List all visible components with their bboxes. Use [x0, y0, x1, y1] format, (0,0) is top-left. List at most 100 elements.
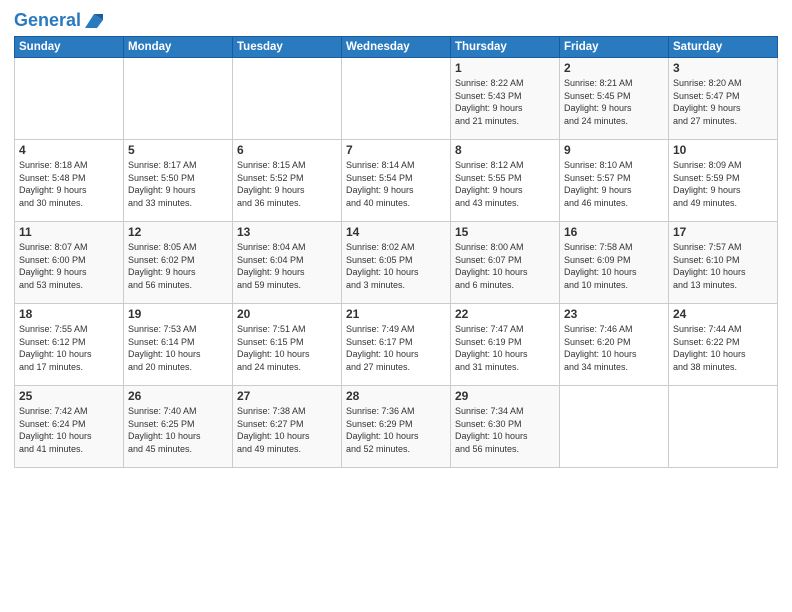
weekday-header: Sunday — [15, 37, 124, 58]
calendar-cell: 21 Sunrise: 7:49 AM Sunset: 6:17 PM Dayli… — [342, 304, 451, 386]
day-info: Sunrise: 8:00 AM Sunset: 6:07 PM Dayligh… — [455, 241, 555, 291]
day-number: 27 — [237, 389, 337, 403]
day-number: 10 — [673, 143, 773, 157]
calendar-cell: 13 Sunrise: 8:04 AM Sunset: 6:04 PM Dayli… — [233, 222, 342, 304]
calendar-cell: 15 Sunrise: 8:00 AM Sunset: 6:07 PM Dayli… — [451, 222, 560, 304]
calendar-cell: 8 Sunrise: 8:12 AM Sunset: 5:55 PM Daylig… — [451, 140, 560, 222]
calendar-week-row: 18Sunrise: 7:55 AM Sunset: 6:12 PM Dayli… — [15, 304, 778, 386]
calendar-week-row: 4 Sunrise: 8:18 AM Sunset: 5:48 PM Daylig… — [15, 140, 778, 222]
day-number: 2 — [564, 61, 664, 75]
day-info: Sunrise: 7:42 AM Sunset: 6:24 PM Dayligh… — [19, 405, 119, 455]
weekday-header: Saturday — [669, 37, 778, 58]
day-info: Sunrise: 8:17 AM Sunset: 5:50 PM Dayligh… — [128, 159, 228, 209]
day-number: 8 — [455, 143, 555, 157]
day-info: Sunrise: 7:49 AM Sunset: 6:17 PM Dayligh… — [346, 323, 446, 373]
day-info: Sunrise: 7:40 AM Sunset: 6:25 PM Dayligh… — [128, 405, 228, 455]
calendar-cell: 24Sunrise: 7:44 AM Sunset: 6:22 PM Dayli… — [669, 304, 778, 386]
day-info: Sunrise: 8:20 AM Sunset: 5:47 PM Dayligh… — [673, 77, 773, 127]
calendar-cell: 9Sunrise: 8:10 AM Sunset: 5:57 PM Daylig… — [560, 140, 669, 222]
calendar-cell — [124, 58, 233, 140]
calendar-cell: 27 Sunrise: 7:38 AM Sunset: 6:27 PM Dayli… — [233, 386, 342, 468]
day-number: 12 — [128, 225, 228, 239]
calendar-cell: 5 Sunrise: 8:17 AM Sunset: 5:50 PM Daylig… — [124, 140, 233, 222]
calendar-cell: 26Sunrise: 7:40 AM Sunset: 6:25 PM Dayli… — [124, 386, 233, 468]
day-number: 11 — [19, 225, 119, 239]
day-info: Sunrise: 8:09 AM Sunset: 5:59 PM Dayligh… — [673, 159, 773, 209]
day-info: Sunrise: 8:21 AM Sunset: 5:45 PM Dayligh… — [564, 77, 664, 127]
calendar-cell: 18Sunrise: 7:55 AM Sunset: 6:12 PM Dayli… — [15, 304, 124, 386]
calendar-cell: 12 Sunrise: 8:05 AM Sunset: 6:02 PM Dayli… — [124, 222, 233, 304]
calendar-cell: 7Sunrise: 8:14 AM Sunset: 5:54 PM Daylig… — [342, 140, 451, 222]
day-info: Sunrise: 7:36 AM Sunset: 6:29 PM Dayligh… — [346, 405, 446, 455]
calendar-cell — [342, 58, 451, 140]
calendar-cell — [233, 58, 342, 140]
calendar-cell: 3 Sunrise: 8:20 AM Sunset: 5:47 PM Daylig… — [669, 58, 778, 140]
calendar-week-row: 11 Sunrise: 8:07 AM Sunset: 6:00 PM Dayli… — [15, 222, 778, 304]
day-info: Sunrise: 7:51 AM Sunset: 6:15 PM Dayligh… — [237, 323, 337, 373]
day-number: 28 — [346, 389, 446, 403]
calendar-cell: 4 Sunrise: 8:18 AM Sunset: 5:48 PM Daylig… — [15, 140, 124, 222]
calendar-week-row: 1Sunrise: 8:22 AM Sunset: 5:43 PM Daylig… — [15, 58, 778, 140]
calendar-cell — [15, 58, 124, 140]
calendar-cell: 25 Sunrise: 7:42 AM Sunset: 6:24 PM Dayli… — [15, 386, 124, 468]
calendar-cell: 28 Sunrise: 7:36 AM Sunset: 6:29 PM Dayli… — [342, 386, 451, 468]
calendar-cell: 6 Sunrise: 8:15 AM Sunset: 5:52 PM Daylig… — [233, 140, 342, 222]
day-info: Sunrise: 7:58 AM Sunset: 6:09 PM Dayligh… — [564, 241, 664, 291]
logo-icon — [83, 10, 105, 32]
calendar-cell: 20 Sunrise: 7:51 AM Sunset: 6:15 PM Dayli… — [233, 304, 342, 386]
day-info: Sunrise: 7:55 AM Sunset: 6:12 PM Dayligh… — [19, 323, 119, 373]
day-number: 22 — [455, 307, 555, 321]
calendar-cell: 17Sunrise: 7:57 AM Sunset: 6:10 PM Dayli… — [669, 222, 778, 304]
day-number: 14 — [346, 225, 446, 239]
day-number: 13 — [237, 225, 337, 239]
day-number: 23 — [564, 307, 664, 321]
calendar-cell: 22 Sunrise: 7:47 AM Sunset: 6:19 PM Dayli… — [451, 304, 560, 386]
day-number: 3 — [673, 61, 773, 75]
day-info: Sunrise: 8:07 AM Sunset: 6:00 PM Dayligh… — [19, 241, 119, 291]
logo-text: General — [14, 11, 81, 31]
day-info: Sunrise: 7:38 AM Sunset: 6:27 PM Dayligh… — [237, 405, 337, 455]
day-number: 15 — [455, 225, 555, 239]
day-info: Sunrise: 7:53 AM Sunset: 6:14 PM Dayligh… — [128, 323, 228, 373]
calendar-cell — [669, 386, 778, 468]
day-info: Sunrise: 8:12 AM Sunset: 5:55 PM Dayligh… — [455, 159, 555, 209]
page-header: General — [14, 10, 778, 28]
day-number: 19 — [128, 307, 228, 321]
day-info: Sunrise: 8:05 AM Sunset: 6:02 PM Dayligh… — [128, 241, 228, 291]
day-info: Sunrise: 7:46 AM Sunset: 6:20 PM Dayligh… — [564, 323, 664, 373]
day-info: Sunrise: 8:18 AM Sunset: 5:48 PM Dayligh… — [19, 159, 119, 209]
day-number: 20 — [237, 307, 337, 321]
day-number: 21 — [346, 307, 446, 321]
calendar-cell: 14Sunrise: 8:02 AM Sunset: 6:05 PM Dayli… — [342, 222, 451, 304]
weekday-header: Wednesday — [342, 37, 451, 58]
weekday-header: Thursday — [451, 37, 560, 58]
day-number: 17 — [673, 225, 773, 239]
calendar-cell: 10 Sunrise: 8:09 AM Sunset: 5:59 PM Dayli… — [669, 140, 778, 222]
day-info: Sunrise: 7:47 AM Sunset: 6:19 PM Dayligh… — [455, 323, 555, 373]
day-number: 7 — [346, 143, 446, 157]
page-container: General SundayMondayTuesdayWednesdayThur… — [0, 0, 792, 474]
calendar-cell: 2 Sunrise: 8:21 AM Sunset: 5:45 PM Daylig… — [560, 58, 669, 140]
day-number: 16 — [564, 225, 664, 239]
day-number: 25 — [19, 389, 119, 403]
weekday-header: Friday — [560, 37, 669, 58]
calendar-cell: 11 Sunrise: 8:07 AM Sunset: 6:00 PM Dayli… — [15, 222, 124, 304]
calendar-header-row: SundayMondayTuesdayWednesdayThursdayFrid… — [15, 37, 778, 58]
calendar-cell: 23 Sunrise: 7:46 AM Sunset: 6:20 PM Dayli… — [560, 304, 669, 386]
weekday-header: Tuesday — [233, 37, 342, 58]
calendar-week-row: 25 Sunrise: 7:42 AM Sunset: 6:24 PM Dayli… — [15, 386, 778, 468]
day-info: Sunrise: 7:44 AM Sunset: 6:22 PM Dayligh… — [673, 323, 773, 373]
day-info: Sunrise: 8:10 AM Sunset: 5:57 PM Dayligh… — [564, 159, 664, 209]
day-info: Sunrise: 8:15 AM Sunset: 5:52 PM Dayligh… — [237, 159, 337, 209]
day-number: 4 — [19, 143, 119, 157]
day-number: 1 — [455, 61, 555, 75]
day-number: 5 — [128, 143, 228, 157]
day-number: 6 — [237, 143, 337, 157]
logo: General — [14, 10, 105, 28]
calendar-cell — [560, 386, 669, 468]
day-number: 29 — [455, 389, 555, 403]
calendar-cell: 1Sunrise: 8:22 AM Sunset: 5:43 PM Daylig… — [451, 58, 560, 140]
day-info: Sunrise: 8:04 AM Sunset: 6:04 PM Dayligh… — [237, 241, 337, 291]
calendar-cell: 29Sunrise: 7:34 AM Sunset: 6:30 PM Dayli… — [451, 386, 560, 468]
calendar-table: SundayMondayTuesdayWednesdayThursdayFrid… — [14, 36, 778, 468]
